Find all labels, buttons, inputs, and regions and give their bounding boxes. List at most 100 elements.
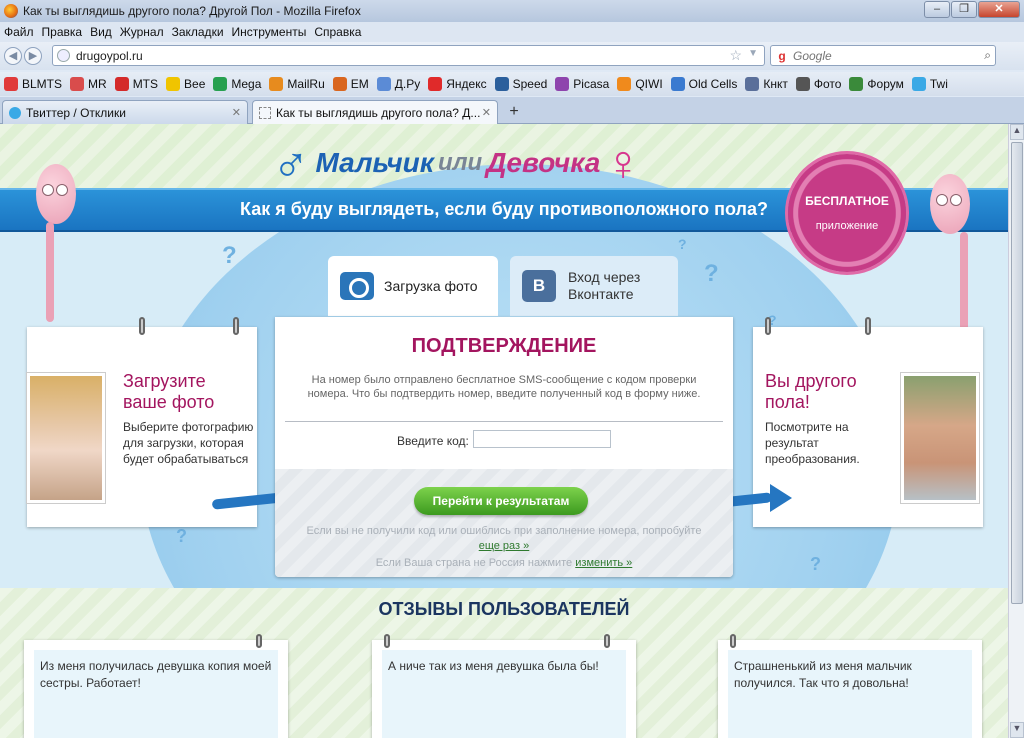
bookmark-favicon-icon xyxy=(114,77,129,91)
result-card-text: Посмотрите на результат преобразования. xyxy=(765,420,860,466)
menu-file[interactable]: Файл xyxy=(4,25,34,39)
menu-view[interactable]: Вид xyxy=(90,25,112,39)
question-mark-icon: ? xyxy=(222,242,237,269)
bookmark-label: MailRu xyxy=(287,77,325,91)
bookmark-item[interactable]: Форум xyxy=(849,77,904,91)
search-bar[interactable]: g ⌕ xyxy=(770,45,996,66)
menu-history[interactable]: Журнал xyxy=(120,25,164,39)
bookmark-item[interactable]: EM xyxy=(332,77,369,91)
site-logo[interactable]: ♂ Мальчик или Девочка ♀ xyxy=(272,132,642,194)
question-mark-icon: ? xyxy=(704,260,719,287)
tab-twitter[interactable]: Твиттер / Отклики ✕ xyxy=(2,100,248,124)
menu-tools[interactable]: Инструменты xyxy=(232,25,307,39)
bookmark-label: Picasa xyxy=(573,77,610,91)
code-label: Введите код: xyxy=(397,434,469,448)
menu-bookmarks[interactable]: Закладки xyxy=(172,25,224,39)
close-tab-icon[interactable]: ✕ xyxy=(232,106,241,119)
bookmark-item[interactable]: MTS xyxy=(114,77,158,91)
twitter-icon xyxy=(9,106,21,119)
arrow-head-icon xyxy=(770,484,792,512)
bookmarks-bar: BLMTS MR MTS Bee Mega MailRu EM Д.Ру Яндекс Speed… xyxy=(0,72,1024,96)
bookmark-label: Old Cells xyxy=(688,77,738,91)
bookmark-star-icon[interactable]: ☆ xyxy=(729,47,742,64)
tab-vk-login[interactable]: B Вход через Вконтакте xyxy=(510,256,678,316)
go-to-results-button[interactable]: Перейти к результатам xyxy=(414,487,588,515)
back-icon[interactable]: ◀ xyxy=(4,47,22,65)
tab-photo-upload[interactable]: Загрузка фото xyxy=(328,256,498,316)
confirmation-description: На номер было отправлено бесплатное SMS-… xyxy=(307,374,701,400)
confirmation-panel: ПОДТВЕРЖДЕНИЕ На номер было отправлено б… xyxy=(275,317,733,577)
close-tab-icon[interactable]: ✕ xyxy=(482,106,491,119)
badge-line-1: БЕСПЛАТНОЕ xyxy=(805,194,889,208)
bookmark-item[interactable]: Twi xyxy=(911,77,948,91)
bookmark-favicon-icon xyxy=(849,77,864,91)
logo-word-boy: Мальчик xyxy=(315,147,434,178)
address-bar[interactable]: drugoypol.ru ☆ ▼ xyxy=(52,45,765,66)
history-dropdown-icon[interactable]: ▼ xyxy=(748,48,758,59)
minimize-button[interactable]: – xyxy=(924,1,950,18)
mascot-eye xyxy=(950,194,962,206)
bookmark-item[interactable]: Bee xyxy=(166,77,205,91)
boy-mascot-icon xyxy=(930,174,970,234)
scroll-down-icon[interactable]: ▼ xyxy=(1010,722,1024,738)
site-identity-icon[interactable] xyxy=(57,49,70,62)
menu-help[interactable]: Справка xyxy=(314,25,361,39)
firefox-icon xyxy=(4,4,18,18)
confirmation-heading: ПОДТВЕРЖДЕНИЕ xyxy=(411,335,597,357)
logo-word-or: или xyxy=(437,149,483,176)
bookmark-item[interactable]: MR xyxy=(70,77,107,91)
bookmark-label: EM xyxy=(350,77,369,91)
bookmark-item[interactable]: MailRu xyxy=(269,77,325,91)
close-window-button[interactable]: ✕ xyxy=(978,1,1020,18)
bookmark-favicon-icon xyxy=(332,77,347,91)
maximize-button[interactable]: ❐ xyxy=(951,1,977,18)
bookmark-label: BLMTS xyxy=(22,77,63,91)
girl-mascot-tail xyxy=(46,222,54,322)
vertical-scrollbar[interactable]: ▲ ▼ xyxy=(1008,124,1024,738)
retry-link[interactable]: еще раз » xyxy=(275,540,733,552)
new-tab-button[interactable]: + xyxy=(503,103,525,123)
bookmark-item[interactable]: Speed xyxy=(494,77,547,91)
address-url[interactable]: drugoypol.ru xyxy=(76,49,143,63)
upload-photo-card: Загрузите ваше фото Выберите фотографию … xyxy=(27,317,257,527)
bookmark-favicon-icon xyxy=(269,77,284,91)
country-line: Если Ваша страна не Россия нажмите измен… xyxy=(275,557,733,569)
scrollbar-thumb[interactable] xyxy=(1011,142,1023,604)
tab-current[interactable]: Как ты выглядишь другого пола? Д... ✕ xyxy=(252,100,498,124)
camera-icon xyxy=(340,272,374,300)
window-titlebar: Как ты выглядишь другого пола? Другой По… xyxy=(0,0,1024,22)
bookmark-item[interactable]: Mega xyxy=(213,77,261,91)
bookmark-favicon-icon xyxy=(494,77,509,91)
search-input[interactable] xyxy=(793,48,963,63)
mascot-eye xyxy=(42,184,54,196)
bookmark-label: Форум xyxy=(867,77,904,91)
change-country-link[interactable]: изменить » xyxy=(575,557,632,569)
vk-icon: B xyxy=(522,270,556,302)
bookmark-item[interactable]: QIWI xyxy=(617,77,663,91)
forward-icon[interactable]: ▶ xyxy=(24,47,42,65)
free-app-badge: БЕСПЛАТНОЕ приложение xyxy=(788,154,906,272)
female-photo xyxy=(27,373,105,503)
binder-ring xyxy=(730,634,736,648)
bookmark-item[interactable]: BLMTS xyxy=(4,77,62,91)
tab-photo-upload-label: Загрузка фото xyxy=(384,278,478,294)
bookmark-item[interactable]: Яндекс xyxy=(428,77,487,91)
bookmark-item[interactable]: Д.Ру xyxy=(376,77,420,91)
google-engine-icon[interactable]: g xyxy=(771,49,793,63)
bookmark-favicon-icon xyxy=(213,77,228,91)
bookmark-item[interactable]: Picasa xyxy=(555,77,609,91)
bookmark-item[interactable]: Кнкт xyxy=(745,77,788,91)
bookmark-item[interactable]: Фото xyxy=(795,77,841,91)
search-magnifier-icon[interactable]: ⌕ xyxy=(984,48,991,63)
girl-mascot-icon xyxy=(36,164,76,224)
mascot-eye xyxy=(56,184,68,196)
menu-edit[interactable]: Правка xyxy=(42,25,83,39)
window-title: Как ты выглядишь другого пола? Другой По… xyxy=(23,4,361,18)
binder-ring xyxy=(765,317,771,335)
scroll-up-icon[interactable]: ▲ xyxy=(1010,124,1024,140)
code-input[interactable] xyxy=(473,430,611,448)
binder-ring xyxy=(139,317,145,335)
review-card: А ниче так из меня девушка была бы! xyxy=(372,634,636,738)
binder-ring xyxy=(256,634,262,648)
bookmark-item[interactable]: Old Cells xyxy=(670,77,738,91)
